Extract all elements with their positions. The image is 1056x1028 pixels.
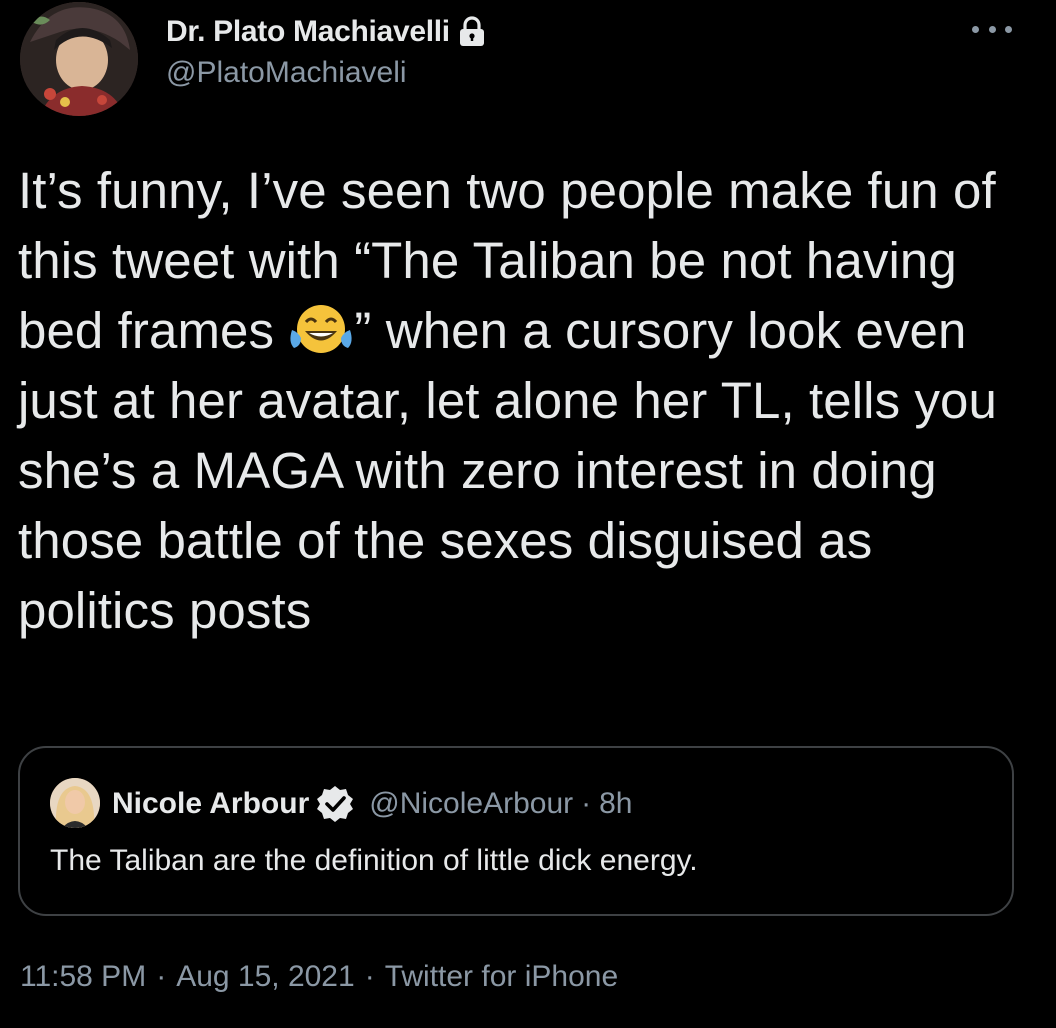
- author-header: Dr. Plato Machiavelli @PlatoMachiaveli: [166, 12, 486, 90]
- quote-timestamp[interactable]: 8h: [599, 787, 632, 821]
- verified-badge-icon: [315, 784, 355, 824]
- more-horizontal-icon[interactable]: [972, 22, 1012, 36]
- quote-author-avatar[interactable]: [50, 778, 100, 828]
- more-dot: [972, 25, 979, 33]
- more-dot: [1005, 25, 1012, 33]
- quoted-tweet[interactable]: Nicole Arbour @NicoleArbour · 8h The Tal…: [18, 746, 1014, 916]
- quote-header: Nicole Arbour @NicoleArbour · 8h: [112, 784, 633, 824]
- meta-separator: ·: [156, 960, 167, 993]
- face-with-tears-of-joy-icon: [288, 302, 354, 356]
- tweet-text: It’s funny, I’ve seen two people make fu…: [18, 156, 1028, 646]
- tweet-metadata: 11:58 PM · Aug 15, 2021 · Twitter for iPhone: [20, 960, 618, 994]
- tweet-source[interactable]: Twitter for iPhone: [385, 960, 618, 993]
- quote-separator: ·: [581, 787, 592, 820]
- quote-display-name[interactable]: Nicole Arbour: [112, 787, 309, 821]
- avatar-image: [20, 2, 138, 116]
- more-dot: [988, 25, 996, 33]
- lock-icon: [458, 16, 486, 48]
- quote-handle[interactable]: @NicoleArbour: [369, 787, 573, 821]
- display-name-row: Dr. Plato Machiavelli: [166, 12, 486, 52]
- quote-text: The Taliban are the definition of little…: [50, 844, 698, 877]
- tweet-time[interactable]: 11:58 PM: [20, 960, 146, 993]
- meta-separator: ·: [364, 960, 375, 993]
- tweet-date[interactable]: Aug 15, 2021: [176, 960, 355, 993]
- author-avatar[interactable]: [20, 2, 138, 116]
- author-handle[interactable]: @PlatoMachiaveli: [166, 56, 486, 90]
- author-display-name[interactable]: Dr. Plato Machiavelli: [166, 15, 450, 49]
- tweet-container: Dr. Plato Machiavelli @PlatoMachiaveli I…: [0, 0, 1056, 1028]
